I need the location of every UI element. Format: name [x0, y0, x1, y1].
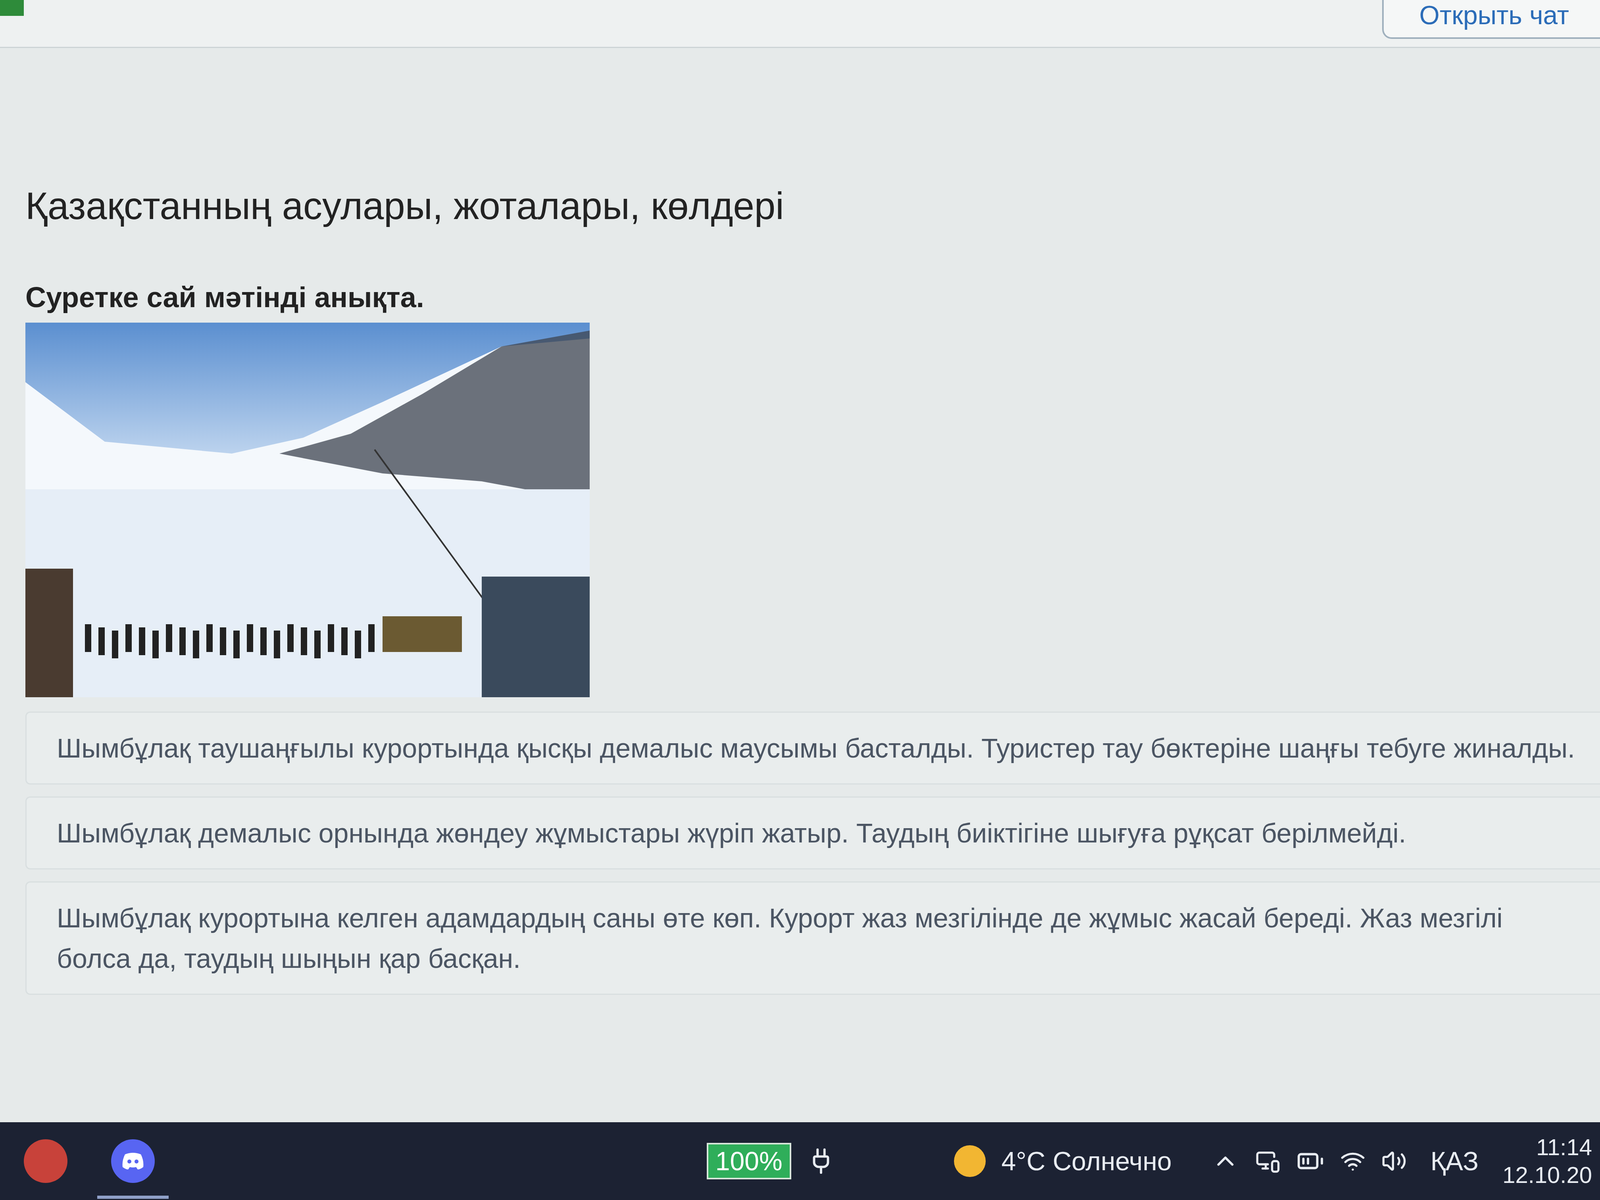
mountain-picture-icon: [25, 322, 590, 698]
tray-battery[interactable]: [1296, 1147, 1325, 1175]
device-icon[interactable]: [1255, 1148, 1281, 1174]
tray-volume[interactable]: [1381, 1148, 1407, 1174]
volume-icon[interactable]: [1381, 1148, 1407, 1174]
top-bar: Открыть чат: [0, 0, 1600, 49]
chevron-up-icon[interactable]: [1211, 1147, 1240, 1175]
tray-chevron[interactable]: [1211, 1147, 1240, 1175]
time: 11:14: [1536, 1133, 1593, 1162]
page-title: Қазақстанның асулары, жоталары, көлдері: [25, 182, 1600, 229]
screen: Открыть чат Қазақстанның асулары, жоталар…: [0, 0, 1600, 1200]
answer-options: Шымбұлақ таушаңғылы курортында қысқы дем…: [25, 711, 1600, 995]
battery-icon[interactable]: [1296, 1147, 1325, 1175]
battery-level: 100%: [706, 1142, 792, 1180]
language[interactable]: ҚАЗ: [1430, 1146, 1479, 1177]
app-icon[interactable]: [23, 1139, 68, 1183]
wifi-icon[interactable]: [1340, 1148, 1366, 1174]
plug-icon: [807, 1147, 835, 1175]
answer-option[interactable]: Шымбұлақ курортына келген адамдардың сан…: [25, 881, 1600, 995]
taskbar: 100% 4°C Солнечно ҚАЗ 11:1412.10.20: [0, 1122, 1600, 1200]
sun-icon: [953, 1145, 986, 1177]
date: 12.10.20: [1502, 1161, 1593, 1189]
clock[interactable]: 11:1412.10.20: [1502, 1133, 1593, 1189]
answer-option[interactable]: Шымбұлақ демалыс орнында жөндеу жұмыстар…: [25, 796, 1600, 870]
active-indicator: [97, 1195, 169, 1199]
discord-icon[interactable]: [111, 1139, 155, 1183]
weather[interactable]: 4°C Солнечно: [1001, 1146, 1172, 1177]
tray-wifi[interactable]: [1340, 1148, 1366, 1174]
resort-photo: [25, 322, 590, 698]
quiz-page: Қазақстанның асулары, жоталары, көлдері С…: [0, 48, 1600, 1123]
tray-device[interactable]: [1255, 1148, 1281, 1174]
question: Суретке сай мәтінді анықта.: [25, 280, 1600, 315]
answer-option[interactable]: Шымбұлақ таушаңғылы курортында қысқы дем…: [25, 711, 1600, 785]
discord-logo-icon: [121, 1151, 145, 1171]
open-chat-button[interactable]: Открыть чат: [1382, 0, 1600, 39]
green-mark: [0, 0, 24, 16]
